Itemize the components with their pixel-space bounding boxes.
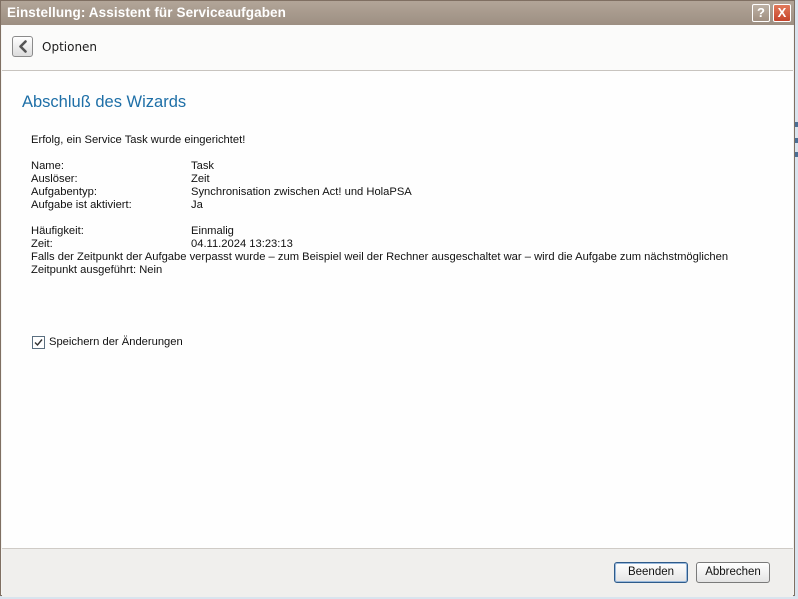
detail-value-name: Task [191, 160, 215, 172]
help-button[interactable]: ? [752, 4, 770, 22]
save-changes-checkbox[interactable] [32, 336, 45, 349]
page-title: Abschluß des Wizards [22, 93, 187, 111]
wizard-window: Einstellung: Assistent für Serviceaufgab… [0, 0, 795, 597]
window-title: Einstellung: Assistent für Serviceaufgab… [7, 5, 287, 20]
success-message: Erfolg, ein Service Task wurde eingerich… [31, 134, 246, 146]
close-button[interactable]: X [773, 4, 791, 22]
schedule-value-frequency: Einmalig [191, 225, 234, 237]
wizard-header: Optionen [2, 25, 793, 71]
schedule-value-time: 04.11.2024 13:23:13 [191, 238, 293, 250]
detail-value-enabled: Ja [191, 199, 203, 211]
cancel-button[interactable]: Abbrechen [696, 562, 770, 583]
detail-label-name: Name: [31, 160, 64, 172]
finish-button[interactable]: Beenden [614, 562, 688, 583]
detail-value-task-type: Synchronisation zwischen Act! und HolaPS… [191, 186, 412, 198]
chevron-left-icon [19, 40, 27, 53]
checkmark-icon [34, 339, 43, 347]
wizard-footer: Beenden Abbrechen [2, 548, 793, 597]
schedule-label-time: Zeit: [31, 238, 53, 250]
wizard-content: Abschluß des Wizards Erfolg, ein Service… [2, 71, 793, 548]
back-button[interactable] [12, 36, 33, 57]
detail-label-trigger: Auslöser: [31, 173, 78, 185]
detail-label-task-type: Aufgabentyp: [31, 186, 97, 198]
options-label: Optionen [42, 40, 98, 54]
detail-label-enabled: Aufgabe ist aktiviert: [31, 199, 132, 211]
title-bar[interactable]: Einstellung: Assistent für Serviceaufgab… [1, 1, 794, 25]
missed-note-line1: Falls der Zeitpunkt der Aufgabe verpasst… [31, 251, 729, 263]
save-changes-label[interactable]: Speichern der Änderungen [49, 336, 183, 349]
missed-note-line2: Zeitpunkt ausgeführt: Nein [31, 264, 163, 276]
schedule-label-frequency: Häufigkeit: [31, 225, 84, 237]
detail-value-trigger: Zeit [191, 173, 210, 185]
